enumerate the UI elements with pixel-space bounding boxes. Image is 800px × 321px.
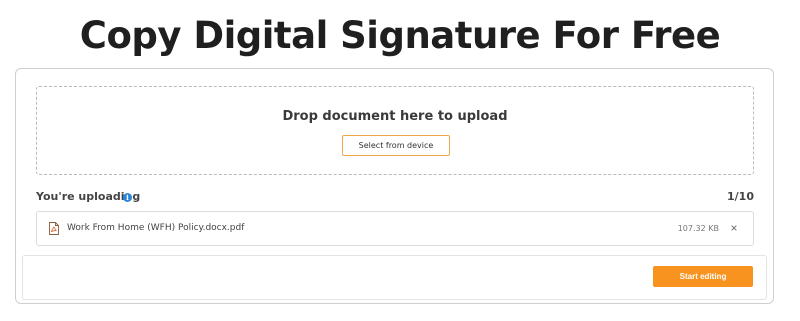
page-title: Copy Digital Signature For Free <box>79 14 721 57</box>
file-name: Work From Home (WFH) Policy.docx.pdf <box>67 223 245 233</box>
upload-header: You're uploading i 1/10 <box>36 190 754 204</box>
upload-count: 1/10 <box>727 190 754 203</box>
info-icon[interactable]: i <box>123 193 132 202</box>
file-list-item: Work From Home (WFH) Policy.docx.pdf 107… <box>36 211 754 246</box>
remove-file-icon[interactable]: × <box>729 222 739 234</box>
pdf-file-icon <box>49 222 59 235</box>
upload-card: Drop document here to upload Select from… <box>15 68 774 304</box>
action-footer: Start editing <box>22 255 767 300</box>
drop-zone[interactable]: Drop document here to upload Select from… <box>36 86 754 175</box>
file-size: 107.32 KB <box>677 224 719 233</box>
drop-zone-text: Drop document here to upload <box>282 109 508 124</box>
select-from-device-button[interactable]: Select from device <box>342 135 450 156</box>
start-editing-button[interactable]: Start editing <box>653 266 753 287</box>
